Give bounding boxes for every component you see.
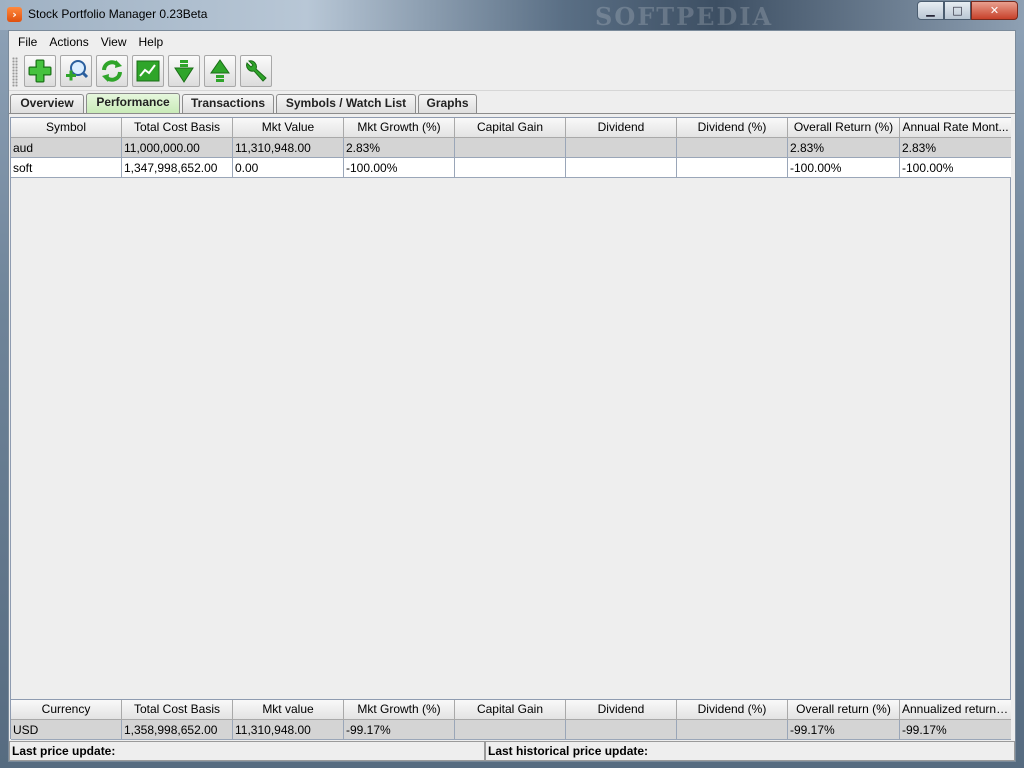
- table-cell: -100.00%: [788, 158, 900, 178]
- app-window: › Stock Portfolio Manager 0.23Beta SOFTP…: [0, 0, 1024, 768]
- import-button[interactable]: [168, 55, 200, 87]
- table-cell: [455, 720, 566, 740]
- tab-transactions[interactable]: Transactions: [182, 94, 274, 113]
- column-header[interactable]: Annual Rate Mont...: [900, 118, 1011, 138]
- table-cell: soft: [11, 158, 122, 178]
- column-header[interactable]: Mkt Value: [233, 118, 344, 138]
- table-cell: [677, 138, 788, 158]
- table-cell: [455, 138, 566, 158]
- tab-bar: Overview Performance Transactions Symbol…: [9, 93, 1015, 113]
- table-cell: -99.17%: [788, 720, 900, 740]
- column-header[interactable]: Dividend: [566, 700, 677, 720]
- tab-graphs[interactable]: Graphs: [418, 94, 477, 113]
- table-cell: 2.83%: [788, 138, 900, 158]
- window-controls: ▁ □ ✕: [917, 1, 1018, 20]
- client-area: File Actions View Help Overview Performa…: [8, 30, 1016, 762]
- wrench-icon: [246, 60, 267, 82]
- table-cell: [677, 158, 788, 178]
- table-cell: aud: [11, 138, 122, 158]
- column-header[interactable]: Currency: [11, 700, 122, 720]
- table-row[interactable]: aud 11,000,000.00 11,310,948.00 2.83% 2.…: [11, 138, 1011, 158]
- table-cell: 2.83%: [900, 138, 1011, 158]
- table-cell: -99.17%: [344, 720, 455, 740]
- table-cell: 11,310,948.00: [233, 720, 344, 740]
- table-cell: [566, 158, 677, 178]
- table-cell: -99.17%: [900, 720, 1011, 740]
- table-cell: -100.00%: [344, 158, 455, 178]
- column-header[interactable]: Total Cost Basis: [122, 700, 233, 720]
- toolbar-grip[interactable]: [12, 57, 18, 87]
- menu-actions[interactable]: Actions: [43, 35, 94, 49]
- column-header[interactable]: Dividend: [566, 118, 677, 138]
- column-header[interactable]: Annualized return (...: [900, 700, 1011, 720]
- refresh-icon: [102, 60, 122, 82]
- upload-icon: [210, 59, 230, 82]
- app-icon[interactable]: ›: [7, 7, 22, 22]
- chart-button[interactable]: [132, 55, 164, 87]
- performance-table: Symbol Total Cost Basis Mkt Value Mkt Gr…: [10, 117, 1011, 701]
- table-cell: 0.00: [233, 158, 344, 178]
- column-header[interactable]: Mkt value: [233, 700, 344, 720]
- download-icon: [174, 60, 194, 83]
- table-header: Currency Total Cost Basis Mkt value Mkt …: [11, 700, 1011, 720]
- column-header[interactable]: Mkt Growth (%): [344, 118, 455, 138]
- column-header[interactable]: Dividend (%): [677, 118, 788, 138]
- close-button[interactable]: ✕: [971, 1, 1018, 20]
- column-header[interactable]: Mkt Growth (%): [344, 700, 455, 720]
- tab-performance[interactable]: Performance: [86, 93, 180, 113]
- lookup-symbol-button[interactable]: [60, 55, 92, 87]
- menu-view[interactable]: View: [95, 35, 133, 49]
- column-header[interactable]: Total Cost Basis: [122, 118, 233, 138]
- tab-divider: [9, 113, 1015, 114]
- column-header[interactable]: Overall return (%): [788, 700, 900, 720]
- table-row[interactable]: soft 1,347,998,652.00 0.00 -100.00% -100…: [11, 158, 1011, 178]
- title-bar[interactable]: › Stock Portfolio Manager 0.23Beta SOFTP…: [0, 0, 1024, 31]
- menu-bar: File Actions View Help: [9, 31, 1015, 53]
- menu-file[interactable]: File: [12, 35, 43, 49]
- maximize-button[interactable]: □: [944, 1, 971, 20]
- tab-overview[interactable]: Overview: [10, 94, 84, 113]
- window-title: Stock Portfolio Manager 0.23Beta: [28, 7, 208, 21]
- add-button[interactable]: [24, 55, 56, 87]
- table-cell: [566, 138, 677, 158]
- column-header[interactable]: Capital Gain: [455, 118, 566, 138]
- tab-symbols-watch-list[interactable]: Symbols / Watch List: [276, 94, 416, 113]
- table-cell: -100.00%: [900, 158, 1011, 178]
- table-row[interactable]: USD 1,358,998,652.00 11,310,948.00 -99.1…: [11, 720, 1011, 740]
- add-icon: [28, 59, 52, 83]
- column-header[interactable]: Capital Gain: [455, 700, 566, 720]
- minimize-button[interactable]: ▁: [917, 1, 944, 20]
- last-historical-price-update: Last historical price update:: [485, 741, 1015, 761]
- status-bar: Last price update: Last historical price…: [9, 741, 1015, 761]
- last-price-update: Last price update:: [9, 741, 485, 761]
- table-cell: 1,347,998,652.00: [122, 158, 233, 178]
- column-header[interactable]: Dividend (%): [677, 700, 788, 720]
- menu-help[interactable]: Help: [133, 35, 170, 49]
- watermark: SOFTPEDIA: [595, 2, 774, 31]
- column-header[interactable]: Symbol: [11, 118, 122, 138]
- column-header[interactable]: Overall Return (%): [788, 118, 900, 138]
- chart-icon: [136, 60, 160, 82]
- table-cell: 11,310,948.00: [233, 138, 344, 158]
- refresh-button[interactable]: [96, 55, 128, 87]
- toolbar: [9, 53, 1015, 91]
- table-cell: USD: [11, 720, 122, 740]
- currency-summary-table: Currency Total Cost Basis Mkt value Mkt …: [10, 699, 1011, 740]
- table-cell: 1,358,998,652.00: [122, 720, 233, 740]
- table-header: Symbol Total Cost Basis Mkt Value Mkt Gr…: [11, 118, 1011, 138]
- table-cell: [677, 720, 788, 740]
- table-cell: 2.83%: [344, 138, 455, 158]
- zoom-add-icon: [66, 60, 89, 81]
- table-cell: [455, 158, 566, 178]
- table-cell: 11,000,000.00: [122, 138, 233, 158]
- table-cell: [566, 720, 677, 740]
- settings-button[interactable]: [240, 55, 272, 87]
- export-button[interactable]: [204, 55, 236, 87]
